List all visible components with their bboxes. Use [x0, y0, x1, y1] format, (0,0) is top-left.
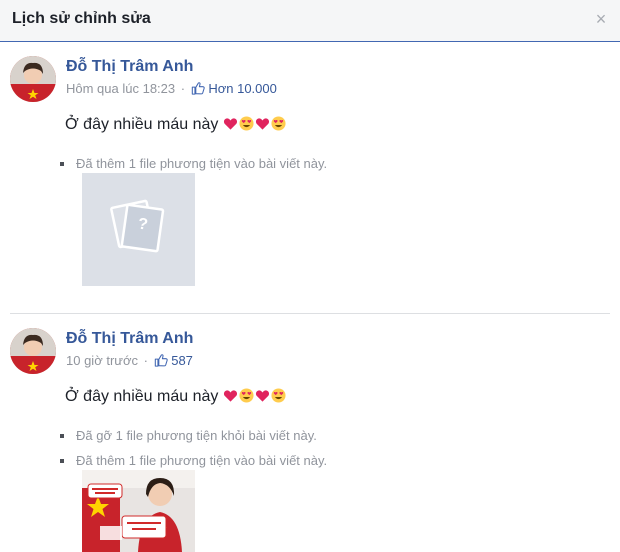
post-meta: Hôm qua lúc 18:23 · Hơn 10.000 [66, 81, 277, 96]
list-bullet [60, 459, 64, 463]
dialog-title: Lịch sử chỉnh sửa [12, 10, 151, 27]
post-text-content: Ở đây nhiều máu này [65, 388, 219, 405]
list-bullet [60, 162, 64, 166]
heart-emoji [255, 390, 269, 402]
change-item: Đã thêm 1 file phương tiện vào bài viết … [60, 156, 327, 171]
change-text: Đã thêm 1 file phương tiện vào bài viết … [76, 156, 328, 171]
post-text: Ở đây nhiều máu này [65, 116, 287, 134]
post-text-content: Ở đây nhiều máu này [65, 116, 219, 133]
timestamp[interactable]: 10 giờ trước [66, 353, 138, 368]
media-placeholder[interactable]: ? [82, 173, 195, 286]
like-count[interactable]: Hơn 10.000 [208, 81, 277, 96]
image-placeholder-icon: ? [110, 199, 165, 253]
heart-emoji [223, 118, 237, 130]
heart-eyes-emoji [239, 116, 254, 131]
media-photo-thumbnail[interactable] [82, 470, 195, 552]
change-text: Đã gỡ 1 file phương tiện khỏi bài viết n… [76, 428, 317, 443]
avatar[interactable] [10, 56, 56, 102]
post-text: Ở đây nhiều máu này [65, 388, 287, 406]
close-icon[interactable]: × [592, 10, 610, 28]
like-icon [191, 82, 205, 95]
meta-separator: · [180, 81, 186, 96]
change-item: Đã thêm 1 file phương tiện vào bài viết … [60, 453, 327, 468]
heart-eyes-emoji [271, 116, 286, 131]
avatar[interactable] [10, 328, 56, 374]
list-bullet [60, 434, 64, 438]
edit-history-dialog: Lịch sử chỉnh sửa × Đỗ Thị Trâm Anh Hôm … [0, 0, 620, 552]
heart-eyes-emoji [271, 388, 286, 403]
change-item: Đã gỡ 1 file phương tiện khỏi bài viết n… [60, 428, 317, 443]
history-entry: Đỗ Thị Trâm Anh 10 giờ trước · 587 Ở đây… [0, 314, 620, 552]
change-text: Đã thêm 1 file phương tiện vào bài viết … [76, 453, 328, 468]
heart-eyes-emoji [239, 388, 254, 403]
timestamp[interactable]: Hôm qua lúc 18:23 [66, 81, 175, 96]
photo-thumbnail-image [82, 470, 195, 552]
like-count[interactable]: 587 [171, 353, 193, 368]
dialog-header: Lịch sử chỉnh sửa × [0, 0, 620, 42]
meta-separator: · [143, 353, 148, 368]
like-icon [154, 354, 168, 367]
author-name[interactable]: Đỗ Thị Trâm Anh [66, 58, 193, 76]
heart-emoji [223, 390, 237, 402]
heart-emoji [255, 118, 269, 130]
history-entry: Đỗ Thị Trâm Anh Hôm qua lúc 18:23 · Hơn … [0, 42, 620, 314]
author-name[interactable]: Đỗ Thị Trâm Anh [66, 330, 193, 348]
post-meta: 10 giờ trước · 587 [66, 353, 193, 368]
